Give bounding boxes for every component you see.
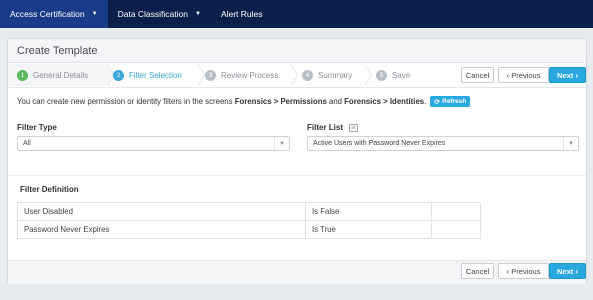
table-cell-attribute: User Disabled [17,202,306,221]
wizard-steps: 1 General Details 2 Filter Selection 3 R… [8,64,463,86]
chevron-down-icon: ▼ [194,11,201,17]
previous-label: Previous [511,70,541,80]
info-and: and [328,97,342,106]
previous-button[interactable]: ‹ Previous [498,263,549,279]
filter-list-label-group: Filter List ≡ [307,123,359,132]
nav-label: Alert Rules [220,9,263,19]
table-cell-value [431,220,481,239]
create-template-panel: Create Template 1 General Details 2 Filt… [7,38,587,284]
refresh-button[interactable]: ⟳ Refresh [430,96,471,107]
table-cell-condition: Is False [305,202,432,221]
cancel-button[interactable]: Cancel [461,263,494,279]
step-label: General Details [33,70,89,80]
nav-data-classification[interactable]: Data Classification ▼ [108,0,211,28]
step-label: Filter Selection [129,70,182,80]
table-cell-value [431,202,481,221]
step-label: Summary [318,70,353,80]
step-label: Save [392,70,411,80]
refresh-icon: ⟳ [434,98,441,106]
step-separator-icon [290,64,298,86]
filter-type-value: All [23,140,31,147]
table-row: Password Never Expires Is True [17,220,481,239]
chevron-right-icon: › [575,70,579,80]
table-cell-attribute: Password Never Expires [17,220,306,239]
chevron-down-icon: ▼ [563,137,578,150]
nav-access-certification[interactable]: Access Certification ▼ [0,0,108,28]
step-label: Review Process [221,70,279,80]
chevron-left-icon: ‹ [506,266,510,276]
previous-button[interactable]: ‹ Previous [498,67,549,83]
step-number: 4 [302,69,313,81]
divider [8,175,586,176]
step-number: 2 [113,69,124,81]
filter-definition-table: User Disabled Is False Password Never Ex… [17,202,481,239]
step-summary[interactable]: 4 Summary [302,64,352,86]
chevron-left-icon: ‹ [506,70,510,80]
top-navigation: Access Certification ▼ Data Classificati… [0,0,593,28]
step-number: 1 [17,69,28,81]
chevron-down-icon: ▼ [274,137,289,150]
chevron-down-icon: ▼ [91,11,98,17]
filter-type-label: Filter Type [17,123,57,132]
step-number: 5 [376,69,387,81]
filter-list-value: Active Users with Password Never Expires [313,140,446,147]
next-button[interactable]: Next › [549,67,586,83]
filter-definition-title: Filter Definition [20,185,79,194]
permissions-link[interactable]: Forensics > Permissions [235,97,327,106]
info-message: You can create new permission or identit… [17,96,471,107]
nav-alert-rules[interactable]: Alert Rules [211,0,273,28]
next-label: Next [556,70,574,80]
info-text: You can create new permission or identit… [17,97,233,106]
previous-label: Previous [511,266,541,276]
filter-type-select[interactable]: All ▼ [17,136,290,151]
step-number: 3 [205,69,216,81]
table-cell-condition: Is True [305,220,432,239]
step-separator-icon [197,64,205,86]
nav-label: Data Classification [117,9,188,19]
next-label: Next [556,266,574,276]
step-separator-icon [364,64,372,86]
step-general-details[interactable]: 1 General Details [17,64,88,86]
filter-list-select[interactable]: Active Users with Password Never Expires… [307,136,579,151]
identities-link[interactable]: Forensics > Identities [344,97,424,106]
divider [8,87,586,88]
step-save[interactable]: 5 Save [376,64,410,86]
refresh-label: Refresh [442,98,467,105]
table-row: User Disabled Is False [17,202,481,221]
step-review-process[interactable]: 3 Review Process [205,64,278,86]
nav-label: Access Certification [10,9,85,19]
list-icon[interactable]: ≡ [349,123,359,132]
panel-title: Create Template [8,39,586,63]
cancel-button[interactable]: Cancel [461,67,494,83]
step-filter-selection[interactable]: 2 Filter Selection [113,64,182,86]
info-period: . [424,97,427,106]
next-button[interactable]: Next › [549,263,586,279]
chevron-right-icon: › [575,266,579,276]
filter-list-label: Filter List [307,123,344,132]
